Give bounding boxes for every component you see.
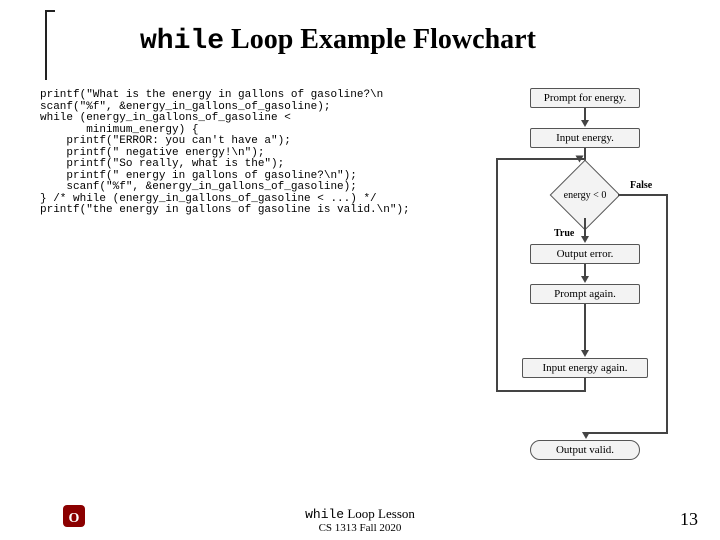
footer-line2: CS 1313 Fall 2020: [0, 522, 720, 534]
slide-title: while Loop Example Flowchart: [140, 24, 536, 57]
arrow-right-icon: [576, 156, 584, 163]
arrow-down-icon: [581, 120, 589, 127]
footer: while Loop Lesson CS 1313 Fall 2020: [0, 506, 720, 534]
flow-edge: [496, 158, 498, 392]
flow-box-valid: Output valid.: [530, 440, 640, 460]
arrow-down-icon: [581, 276, 589, 283]
arrow-down-icon: [582, 432, 590, 439]
page-number: 13: [680, 509, 698, 530]
flow-box-prompt-again: Prompt again.: [530, 284, 640, 304]
flow-edge: [584, 304, 586, 352]
flow-decision-label: energy < 0: [564, 190, 607, 201]
title-rest: Loop Example Flowchart: [224, 24, 536, 55]
code-block: printf("What is the energy in gallons of…: [40, 90, 410, 217]
arrow-down-icon: [581, 350, 589, 357]
footer-keyword: while: [305, 507, 344, 522]
flow-box-input: Input energy.: [530, 128, 640, 148]
flow-box-input-again: Input energy again.: [522, 358, 648, 378]
flow-box-error: Output error.: [530, 244, 640, 264]
flow-box-prompt: Prompt for energy.: [530, 88, 640, 108]
title-rule-vert: [45, 10, 55, 80]
flow-box-input-again-label: Input energy again.: [542, 362, 627, 374]
slide: while Loop Example Flowchart printf("Wha…: [30, 10, 690, 530]
flow-edge: [496, 390, 586, 392]
footer-rest: Loop Lesson: [344, 506, 415, 521]
flow-box-valid-label: Output valid.: [556, 444, 614, 456]
flow-label-false: False: [630, 180, 652, 191]
flow-edge: [666, 194, 668, 432]
arrow-down-icon: [581, 236, 589, 243]
flow-edge: [496, 158, 584, 160]
flow-box-prompt-label: Prompt for energy.: [544, 92, 626, 104]
flow-edge: [584, 218, 586, 238]
footer-line1: while Loop Lesson: [0, 506, 720, 522]
flowchart: Prompt for energy. Input energy. energy …: [490, 88, 680, 468]
flow-box-prompt-again-label: Prompt again.: [554, 288, 616, 300]
flow-box-input-label: Input energy.: [556, 132, 614, 144]
flow-box-error-label: Output error.: [557, 248, 614, 260]
flow-decision: energy < 0: [550, 172, 620, 218]
flow-edge: [618, 194, 668, 196]
title-keyword: while: [140, 26, 224, 57]
flow-label-true: True: [554, 228, 574, 239]
flow-edge: [586, 432, 668, 434]
